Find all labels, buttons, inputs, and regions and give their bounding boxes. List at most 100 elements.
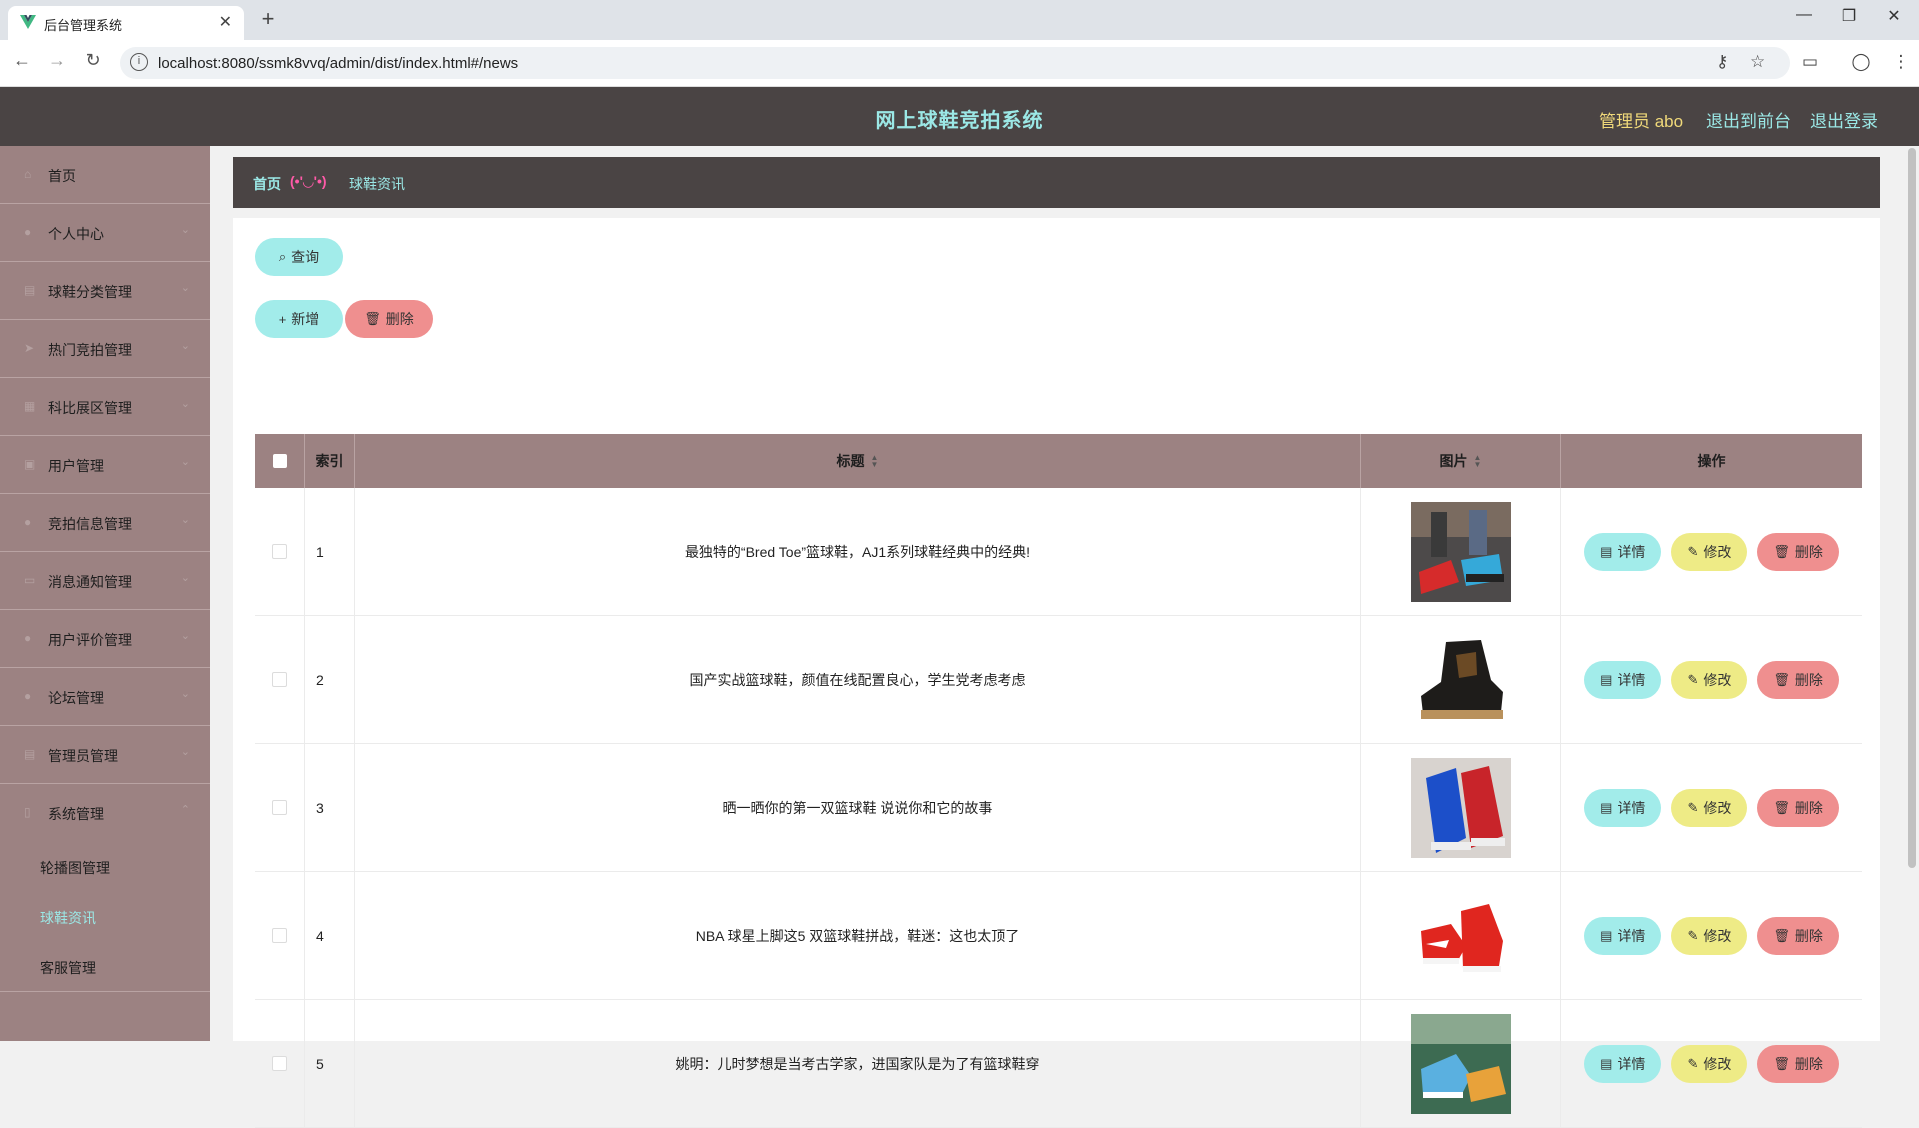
sort-caret-icon[interactable]: ▲ ▼ bbox=[1474, 454, 1482, 469]
delete-button[interactable]: 🗑 删除 bbox=[1757, 532, 1839, 571]
batch-delete-button[interactable]: 🗑 删除 bbox=[345, 300, 433, 338]
vue-logo-icon bbox=[20, 15, 36, 29]
back-arrow-icon[interactable]: ← bbox=[10, 50, 34, 71]
delete-button[interactable]: 🗑 删除 bbox=[1757, 1044, 1839, 1083]
profile-icon[interactable]: ◯ bbox=[1849, 52, 1873, 72]
minimize-icon[interactable]: — bbox=[1784, 6, 1824, 24]
sidebar-item-user-reviews[interactable]: ● 用户评价管理 ⌄ bbox=[0, 610, 210, 668]
chevron-down-icon: ⌄ bbox=[180, 688, 190, 700]
url-text[interactable]: localhost:8080/ssmk8vvq/admin/dist/index… bbox=[158, 55, 518, 72]
header-index-label: 索引 bbox=[315, 453, 344, 469]
header-actions: 操作 bbox=[1561, 434, 1862, 488]
edit-button[interactable]: ✎ 修改 bbox=[1671, 916, 1748, 955]
close-tab-icon[interactable]: ✕ bbox=[219, 12, 232, 32]
detail-button[interactable]: ▤ 详情 bbox=[1584, 916, 1662, 955]
sort-caret-icon[interactable]: ▲ ▼ bbox=[871, 454, 879, 469]
detail-button[interactable]: ▤ 详情 bbox=[1584, 1044, 1662, 1083]
sidebar-item-system[interactable]: ▯ 系统管理 ⌃ bbox=[0, 784, 210, 841]
row-checkbox[interactable] bbox=[272, 672, 287, 687]
grid-icon: ▦ bbox=[24, 399, 36, 413]
select-all-checkbox[interactable] bbox=[272, 454, 287, 468]
reading-mode-icon[interactable]: ▭ bbox=[1798, 52, 1822, 72]
shoe-image bbox=[1410, 757, 1511, 858]
header-actions-label: 操作 bbox=[1697, 453, 1726, 469]
breadcrumb-home[interactable]: 首页 bbox=[253, 174, 281, 194]
sidebar-subitem-customer-service[interactable]: 客服管理 bbox=[0, 941, 210, 991]
detail-button[interactable]: ▤ 详情 bbox=[1584, 532, 1662, 571]
new-tab-button[interactable]: + bbox=[254, 6, 282, 32]
add-button-label: 新增 bbox=[291, 311, 320, 327]
batch-delete-button-label: 删除 bbox=[385, 311, 414, 327]
edit-button-label: 修改 bbox=[1703, 671, 1732, 688]
edit-button[interactable]: ✎ 修改 bbox=[1671, 1044, 1748, 1083]
sidebar-item-label: 首页 bbox=[48, 168, 76, 184]
sidebar-subitem-carousel[interactable]: 轮播图管理 bbox=[0, 841, 210, 891]
user-icon: ● bbox=[24, 631, 32, 645]
trash-icon: 🗑 bbox=[1773, 671, 1790, 687]
row-image-cell bbox=[1361, 488, 1561, 615]
header-image-label: 图片 bbox=[1439, 453, 1468, 469]
header-image[interactable]: 图片 ▲ ▼ bbox=[1361, 434, 1561, 488]
password-key-icon[interactable]: ⚷ bbox=[1716, 52, 1728, 72]
sidebar-item-label: 球鞋分类管理 bbox=[48, 284, 132, 300]
sidebar-item-profile[interactable]: ● 个人中心 ⌄ bbox=[0, 204, 210, 262]
bookmark-star-icon[interactable]: ☆ bbox=[1750, 52, 1765, 72]
detail-button[interactable]: ▤ 详情 bbox=[1584, 788, 1662, 827]
sidebar-item-label: 个人中心 bbox=[48, 226, 104, 242]
sidebar-item-notifications[interactable]: ▭ 消息通知管理 ⌄ bbox=[0, 552, 210, 610]
browser-tab[interactable]: 后台管理系统 ✕ bbox=[8, 6, 244, 40]
row-checkbox[interactable] bbox=[272, 544, 287, 559]
detail-button-label: 详情 bbox=[1617, 927, 1646, 944]
forward-arrow-icon[interactable]: → bbox=[45, 50, 69, 71]
header-title[interactable]: 标题 ▲ ▼ bbox=[355, 434, 1361, 488]
delete-button[interactable]: 🗑 删除 bbox=[1757, 660, 1839, 699]
address-bar[interactable]: i localhost:8080/ssmk8vvq/admin/dist/ind… bbox=[120, 47, 1790, 79]
sidebar-item-hot-auction[interactable]: ➤ 热门竞拍管理 ⌄ bbox=[0, 320, 210, 378]
row-title: NBA 球星上脚这5 双篮球鞋拼战，鞋迷：这也太顶了 bbox=[355, 872, 1361, 999]
edit-button[interactable]: ✎ 修改 bbox=[1671, 788, 1748, 827]
sidebar-item-users[interactable]: ▣ 用户管理 ⌄ bbox=[0, 436, 210, 494]
browser-menu-icon[interactable]: ⋮ bbox=[1889, 52, 1913, 72]
site-info-icon[interactable]: i bbox=[130, 53, 148, 71]
app-header: 网上球鞋竞拍系统 管理员 abo 退出到前台 退出登录 bbox=[0, 87, 1919, 146]
row-image-cell bbox=[1361, 872, 1561, 999]
sidebar-item-admins[interactable]: ▤ 管理员管理 ⌄ bbox=[0, 726, 210, 784]
row-select-cell bbox=[255, 744, 305, 871]
document-icon: ▤ bbox=[1600, 671, 1613, 687]
delete-button[interactable]: 🗑 删除 bbox=[1757, 788, 1839, 827]
edit-button[interactable]: ✎ 修改 bbox=[1671, 532, 1748, 571]
edit-button[interactable]: ✎ 修改 bbox=[1671, 660, 1748, 699]
chevron-down-icon: ⌄ bbox=[180, 746, 190, 758]
query-button[interactable]: ⌕ 查询 bbox=[255, 238, 343, 276]
row-checkbox[interactable] bbox=[272, 1056, 287, 1071]
trash-icon: 🗑 bbox=[364, 311, 381, 326]
back-to-front-link[interactable]: 退出到前台 bbox=[1706, 107, 1791, 132]
restore-icon[interactable]: ❐ bbox=[1829, 6, 1869, 26]
row-select-cell bbox=[255, 488, 305, 615]
logout-link[interactable]: 退出登录 bbox=[1810, 107, 1878, 132]
scrollbar-thumb[interactable] bbox=[1908, 148, 1916, 868]
shoe-image bbox=[1410, 885, 1511, 986]
delete-button[interactable]: 🗑 删除 bbox=[1757, 916, 1839, 955]
sidebar-subitem-shoe-news[interactable]: 球鞋资讯 bbox=[0, 891, 210, 941]
close-window-icon[interactable]: ✕ bbox=[1874, 6, 1914, 26]
detail-button-label: 详情 bbox=[1617, 671, 1646, 688]
add-button[interactable]: + 新增 bbox=[255, 300, 343, 338]
sidebar-item-kobe-zone[interactable]: ▦ 科比展区管理 ⌄ bbox=[0, 378, 210, 436]
reload-icon[interactable]: ↻ bbox=[81, 50, 105, 71]
row-select-cell bbox=[255, 616, 305, 743]
sidebar-item-auction-info[interactable]: ● 竞拍信息管理 ⌄ bbox=[0, 494, 210, 552]
row-checkbox[interactable] bbox=[272, 928, 287, 943]
chevron-down-icon: ⌄ bbox=[180, 514, 190, 526]
detail-button[interactable]: ▤ 详情 bbox=[1584, 660, 1662, 699]
sidebar-item-forum[interactable]: ● 论坛管理 ⌄ bbox=[0, 668, 210, 726]
breadcrumb-separator: (•'◡'•) bbox=[290, 173, 327, 189]
row-title: 国产实战篮球鞋，颜值在线配置良心，学生党考虑考虑 bbox=[355, 616, 1361, 743]
sidebar-item-home[interactable]: ⌂ 首页 bbox=[0, 146, 210, 204]
row-checkbox[interactable] bbox=[272, 800, 287, 815]
pencil-icon: ✎ bbox=[1687, 543, 1699, 559]
page-scrollbar[interactable] bbox=[1905, 146, 1919, 1041]
mobile-icon: ▯ bbox=[24, 805, 31, 819]
header-index: 索引 bbox=[305, 434, 355, 488]
sidebar-item-shoe-category[interactable]: ▤ 球鞋分类管理 ⌄ bbox=[0, 262, 210, 320]
